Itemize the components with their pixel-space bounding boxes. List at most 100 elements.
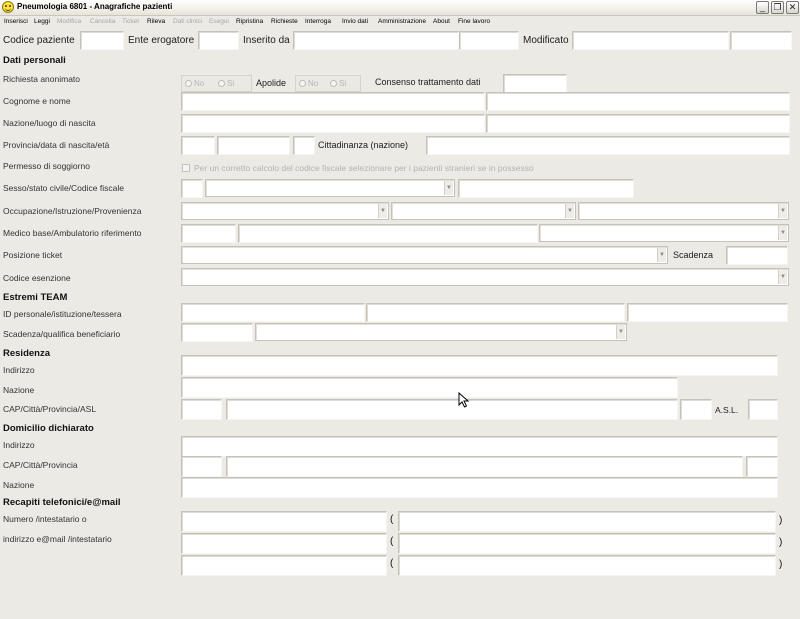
- scadenza-label: Scadenza: [673, 250, 714, 260]
- data-nascita-input[interactable]: [217, 136, 290, 155]
- residenza-indirizzo-input[interactable]: [181, 355, 778, 376]
- chevron-down-icon[interactable]: ▼: [444, 181, 453, 195]
- scadenza-input[interactable]: [726, 246, 788, 265]
- domicilio-citta-input[interactable]: [226, 456, 743, 477]
- istituzione-input[interactable]: [366, 303, 625, 322]
- menu-fine-lavoro[interactable]: Fine lavoro: [458, 18, 490, 25]
- radio-circle-icon: [330, 80, 337, 87]
- inserito-da-input[interactable]: [293, 31, 459, 50]
- menu-esegui[interactable]: Esegui: [209, 18, 229, 25]
- codice-esenzione-label: Codice esenzione: [3, 273, 71, 283]
- recapito-1-input[interactable]: [181, 511, 387, 532]
- menu-dati-clinici[interactable]: Dati clinici: [173, 18, 202, 25]
- codice-esenzione-combo[interactable]: ▼: [181, 268, 789, 286]
- nazione-luogo-label: Nazione/luogo di nascita: [3, 118, 96, 128]
- apolide-radio-si[interactable]: Si: [330, 79, 346, 88]
- menu-interroga[interactable]: Interroga: [305, 18, 331, 25]
- luogo-nascita-input[interactable]: [486, 114, 790, 133]
- nazione-nascita-input[interactable]: [181, 114, 485, 133]
- menu-invio-dati[interactable]: Invio dati: [342, 18, 368, 25]
- minimize-button[interactable]: _: [756, 1, 769, 14]
- domicilio-indirizzo-input[interactable]: [181, 436, 778, 457]
- menu-cancella[interactable]: Cancella: [90, 18, 115, 25]
- codice-fiscale-input[interactable]: [458, 179, 634, 198]
- chevron-down-icon[interactable]: ▼: [778, 270, 787, 284]
- sesso-input[interactable]: [181, 179, 203, 198]
- paren-open: (: [390, 514, 394, 525]
- provenienza-combo[interactable]: ▼: [578, 202, 789, 220]
- modificato-data-input[interactable]: [730, 31, 792, 50]
- chevron-down-icon[interactable]: ▼: [778, 226, 787, 240]
- richiesta-anonimato-label: Richiesta anonimato: [3, 74, 81, 84]
- menu-modifica[interactable]: Modifica: [57, 18, 81, 25]
- tessera-input[interactable]: [627, 303, 788, 322]
- menu-richieste[interactable]: Richieste: [271, 18, 298, 25]
- cognome-input[interactable]: [181, 92, 485, 111]
- menu-leggi[interactable]: Leggi: [34, 18, 50, 25]
- istruzione-combo[interactable]: ▼: [391, 202, 576, 220]
- occupazione-combo[interactable]: ▼: [181, 202, 389, 220]
- paren-open: (: [390, 558, 394, 569]
- radio-si-label: Si: [227, 79, 235, 88]
- residenza-citta-input[interactable]: [226, 399, 678, 420]
- chevron-down-icon[interactable]: ▼: [778, 204, 787, 218]
- recapito-2-input[interactable]: [181, 533, 387, 554]
- ente-erogatore-input[interactable]: [198, 31, 239, 50]
- cittadinanza-input[interactable]: [426, 136, 790, 155]
- residenza-cap-input[interactable]: [181, 399, 222, 420]
- provincia-data-label: Provincia/data di nascita/età: [3, 140, 110, 150]
- menu-inserisci[interactable]: Inserisci: [4, 18, 28, 25]
- asl-input[interactable]: [748, 399, 778, 420]
- chevron-down-icon[interactable]: ▼: [378, 204, 387, 218]
- anonimato-radio-si[interactable]: Si: [218, 79, 234, 88]
- permesso-checkbox[interactable]: [182, 164, 190, 172]
- paren-close: ): [779, 537, 783, 548]
- stato-civile-combo[interactable]: ▼: [205, 179, 455, 197]
- provincia-nascita-input[interactable]: [181, 136, 215, 155]
- apolide-radio-group: No Si: [295, 75, 361, 92]
- chevron-down-icon[interactable]: ▼: [565, 204, 574, 218]
- restore-button[interactable]: ❐: [771, 1, 784, 14]
- residenza-nazione-input[interactable]: [181, 377, 678, 398]
- anonimato-radio-no[interactable]: No: [185, 79, 204, 88]
- inserito-data-input[interactable]: [459, 31, 519, 50]
- recapito-1-intestatario-input[interactable]: [398, 511, 776, 532]
- menu-ticket[interactable]: Ticket: [122, 18, 139, 25]
- recapito-3-input[interactable]: [181, 555, 387, 576]
- smiley-icon: [2, 1, 14, 13]
- domicilio-provincia-input[interactable]: [746, 456, 778, 477]
- residenza-provincia-input[interactable]: [680, 399, 712, 420]
- menu-amministrazione[interactable]: Amministrazione: [378, 18, 426, 25]
- ambulatorio-combo[interactable]: ▼: [539, 224, 789, 242]
- qualifica-beneficiario-combo[interactable]: ▼: [255, 323, 627, 341]
- medico-base-label: Medico base/Ambulatorio riferimento: [3, 228, 142, 238]
- chevron-down-icon[interactable]: ▼: [657, 248, 666, 262]
- recapito-2-intestatario-input[interactable]: [398, 533, 776, 554]
- posizione-ticket-combo[interactable]: ▼: [181, 246, 668, 264]
- radio-circle-icon: [185, 80, 192, 87]
- sesso-stato-label: Sesso/stato civile/Codice fiscale: [3, 183, 124, 193]
- scadenza-team-input[interactable]: [181, 323, 253, 342]
- close-button[interactable]: ✕: [786, 1, 799, 14]
- menu-about[interactable]: About: [433, 18, 450, 25]
- ente-erogatore-label: Ente erogatore: [128, 35, 195, 46]
- modificato-da-input[interactable]: [572, 31, 729, 50]
- domicilio-indirizzo-label: Indirizzo: [3, 440, 35, 450]
- domicilio-cap-input[interactable]: [181, 456, 222, 477]
- id-personale-input[interactable]: [181, 303, 365, 322]
- eta-input[interactable]: [293, 136, 315, 155]
- codice-paziente-input[interactable]: [80, 31, 124, 50]
- nome-input[interactable]: [486, 92, 790, 111]
- menu-rileva[interactable]: Rileva: [147, 18, 165, 25]
- apolide-radio-no[interactable]: No: [299, 79, 318, 88]
- chevron-down-icon[interactable]: ▼: [616, 325, 625, 339]
- paren-close: ): [779, 559, 783, 570]
- permesso-hint: Per un corretto calcolo del codice fisca…: [194, 163, 534, 173]
- consenso-input[interactable]: [503, 74, 567, 93]
- domicilio-nazione-input[interactable]: [181, 477, 778, 498]
- menu-ripristina[interactable]: Ripristina: [236, 18, 263, 25]
- email-intestatario-label: indirizzo e@mail /intestatario: [3, 534, 112, 544]
- medico-codice-input[interactable]: [181, 224, 236, 243]
- medico-base-input[interactable]: [238, 224, 538, 243]
- recapito-3-intestatario-input[interactable]: [398, 555, 776, 576]
